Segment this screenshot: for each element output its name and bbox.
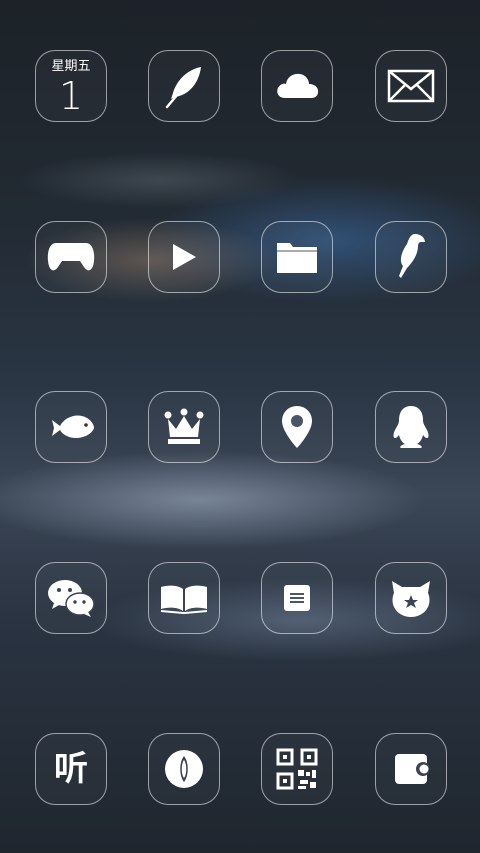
calendar-app[interactable]: 星期五 1	[35, 50, 107, 122]
memo-icon	[284, 585, 310, 611]
files-app[interactable]	[261, 221, 333, 293]
listen-app-label: 听	[54, 749, 88, 789]
wechat-app[interactable]	[35, 562, 107, 634]
listen-app[interactable]: 听	[35, 733, 107, 805]
maps-app[interactable]	[261, 391, 333, 463]
compass-icon	[165, 750, 203, 788]
cloud-app[interactable]	[261, 50, 333, 122]
notes-app[interactable]	[148, 50, 220, 122]
browser-app[interactable]	[148, 733, 220, 805]
mail-app[interactable]	[375, 50, 447, 122]
penguin-icon	[393, 406, 429, 448]
games-app[interactable]	[35, 221, 107, 293]
folder-icon	[277, 243, 317, 273]
play-icon	[173, 244, 196, 270]
fish-app[interactable]	[35, 391, 107, 463]
calendar-day: 1	[58, 74, 84, 118]
calendar-weekday: 星期五	[51, 59, 91, 74]
feather-icon	[165, 67, 201, 109]
mi-bunny-icon	[392, 581, 430, 617]
open-book-icon	[160, 585, 208, 614]
home-screen-grid: 星期五 1 听	[0, 0, 480, 853]
notes-list-app[interactable]	[261, 562, 333, 634]
wallet-app[interactable]	[375, 733, 447, 805]
location-pin-icon	[282, 406, 312, 448]
crown-icon	[164, 408, 204, 444]
reader-app[interactable]	[148, 562, 220, 634]
gamepad-icon	[47, 243, 95, 271]
video-app[interactable]	[148, 221, 220, 293]
wallet-icon	[395, 754, 429, 784]
bird-app[interactable]	[375, 221, 447, 293]
fish-icon	[52, 415, 94, 438]
envelope-icon	[387, 69, 435, 103]
mi-community-app[interactable]	[375, 562, 447, 634]
qr-code-icon	[276, 748, 318, 790]
qq-app[interactable]	[375, 391, 447, 463]
crown-app[interactable]	[148, 391, 220, 463]
cloud-icon	[277, 73, 319, 98]
scanner-app[interactable]	[261, 733, 333, 805]
chat-bubbles-icon	[48, 580, 95, 617]
parrot-icon	[399, 234, 425, 278]
